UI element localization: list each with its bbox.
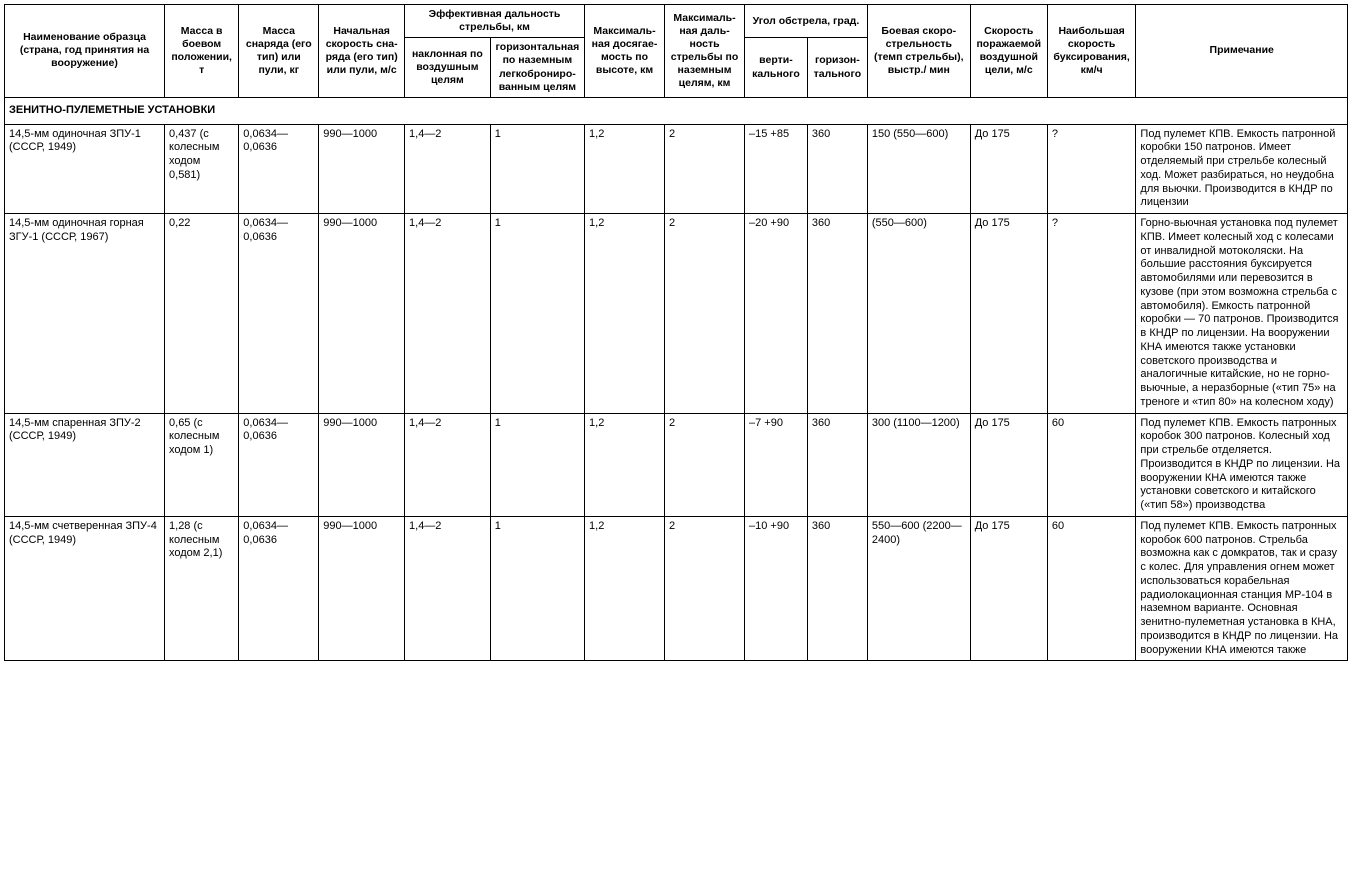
cell-vert: –20 +90 [745,214,808,414]
cell-tow: 60 [1047,413,1136,516]
cell-name: 14,5-мм спаренная ЗПУ-2 (СССР, 1949) [5,413,165,516]
cell-tow: ? [1047,124,1136,214]
cell-tspd: До 175 [970,516,1047,661]
cell-horz: 360 [807,124,867,214]
cell-tspd: До 175 [970,124,1047,214]
cell-r1: 1,4—2 [405,516,491,661]
cell-shell: 0,0634—0,0636 [239,214,319,414]
cell-mass: 0,437 (с колесным ходом 0,581) [165,124,239,214]
cell-maxgnd: 2 [665,413,745,516]
col-fof-horz: горизон­тального [807,38,867,98]
cell-vel: 990—1000 [319,413,405,516]
cell-horz: 360 [807,516,867,661]
cell-note: Горно-вьючная установка под пулемет КПВ.… [1136,214,1348,414]
cell-tspd: До 175 [970,413,1047,516]
col-note: Примечание [1136,5,1348,98]
cell-r2: 1 [490,413,584,516]
col-tspd: Скорость поражаемой воздушной цели, м/с [970,5,1047,98]
cell-tow: 60 [1047,516,1136,661]
cell-name: 14,5-мм счетверенная ЗПУ-4 (СССР, 1949) [5,516,165,661]
cell-vert: –15 +85 [745,124,808,214]
table-header: Наименование образца (страна, год принят… [5,5,1348,98]
cell-rof: 550—600 (2200—2400) [867,516,970,661]
cell-rof: (550—600) [867,214,970,414]
cell-shell: 0,0634—0,0636 [239,124,319,214]
spec-table: Наименование образца (страна, год принят… [4,4,1348,661]
cell-alt: 1,2 [585,124,665,214]
cell-alt: 1,2 [585,516,665,661]
col-shell: Масса снаряда (его тип) или пули, кг [239,5,319,98]
cell-name: 14,5-мм одиночная горная ЗГУ-1 (СССР, 19… [5,214,165,414]
cell-rof: 300 (1100—1200) [867,413,970,516]
col-tow: Наибольшая скорость буксирования, км/ч [1047,5,1136,98]
table-row: 14,5-мм счетверенная ЗПУ-4 (СССР, 1949)1… [5,516,1348,661]
cell-vel: 990—1000 [319,124,405,214]
cell-r2: 1 [490,214,584,414]
cell-r1: 1,4—2 [405,413,491,516]
cell-note: Под пулемет КПВ. Емкость па­тронных коро… [1136,516,1348,661]
cell-note: Под пулемет КПВ. Емкость па­тронной коро… [1136,124,1348,214]
col-fof-group: Угол обстрела, град. [745,5,868,38]
cell-r2: 1 [490,124,584,214]
col-maxgnd: Максималь­ная даль­ность стрельбы по наз… [665,5,745,98]
col-alt: Максималь­ная досягае­мость по высоте, к… [585,5,665,98]
cell-vert: –7 +90 [745,413,808,516]
cell-mass: 0,22 [165,214,239,414]
cell-maxgnd: 2 [665,516,745,661]
col-vel: Начальная скорость сна­ряда (его тип) ил… [319,5,405,98]
table-row: 14,5-мм спаренная ЗПУ-2 (СССР, 1949)0,65… [5,413,1348,516]
section-row: ЗЕНИТНО-ПУЛЕМЕТНЫЕ УСТАНОВКИ [5,97,1348,124]
cell-mass: 0,65 (с колесным ходом 1) [165,413,239,516]
cell-shell: 0,0634—0,0636 [239,516,319,661]
col-range-horiz: горизонтальная по наземным легкоброниро­… [490,38,584,98]
cell-shell: 0,0634—0,0636 [239,413,319,516]
cell-r2: 1 [490,516,584,661]
cell-tow: ? [1047,214,1136,414]
col-rof: Боевая скоро­стрельность (темп стрельбы)… [867,5,970,98]
cell-vel: 990—1000 [319,516,405,661]
col-mass: Масса в боевом положении, т [165,5,239,98]
table-row: 14,5-мм одиночная горная ЗГУ-1 (СССР, 19… [5,214,1348,414]
cell-alt: 1,2 [585,413,665,516]
cell-maxgnd: 2 [665,214,745,414]
col-range-slant: наклонная по воздушным целям [405,38,491,98]
cell-note: Под пулемет КПВ. Емкость па­тронных коро… [1136,413,1348,516]
col-range-group: Эффективная дальность стрельбы, км [405,5,585,38]
table-row: 14,5-мм одиночная ЗПУ-1 (СССР, 1949)0,43… [5,124,1348,214]
col-name: Наименование образца (страна, год принят… [5,5,165,98]
cell-r1: 1,4—2 [405,124,491,214]
cell-mass: 1,28 (с колесным ходом 2,1) [165,516,239,661]
cell-maxgnd: 2 [665,124,745,214]
cell-name: 14,5-мм одиночная ЗПУ-1 (СССР, 1949) [5,124,165,214]
table-body: ЗЕНИТНО-ПУЛЕМЕТНЫЕ УСТАНОВКИ 14,5-мм оди… [5,97,1348,661]
cell-rof: 150 (550—600) [867,124,970,214]
cell-r1: 1,4—2 [405,214,491,414]
cell-vert: –10 +90 [745,516,808,661]
cell-tspd: До 175 [970,214,1047,414]
cell-vel: 990—1000 [319,214,405,414]
section-title: ЗЕНИТНО-ПУЛЕМЕТНЫЕ УСТАНОВКИ [5,97,1348,124]
cell-alt: 1,2 [585,214,665,414]
cell-horz: 360 [807,413,867,516]
col-fof-vert: верти­кального [745,38,808,98]
cell-horz: 360 [807,214,867,414]
